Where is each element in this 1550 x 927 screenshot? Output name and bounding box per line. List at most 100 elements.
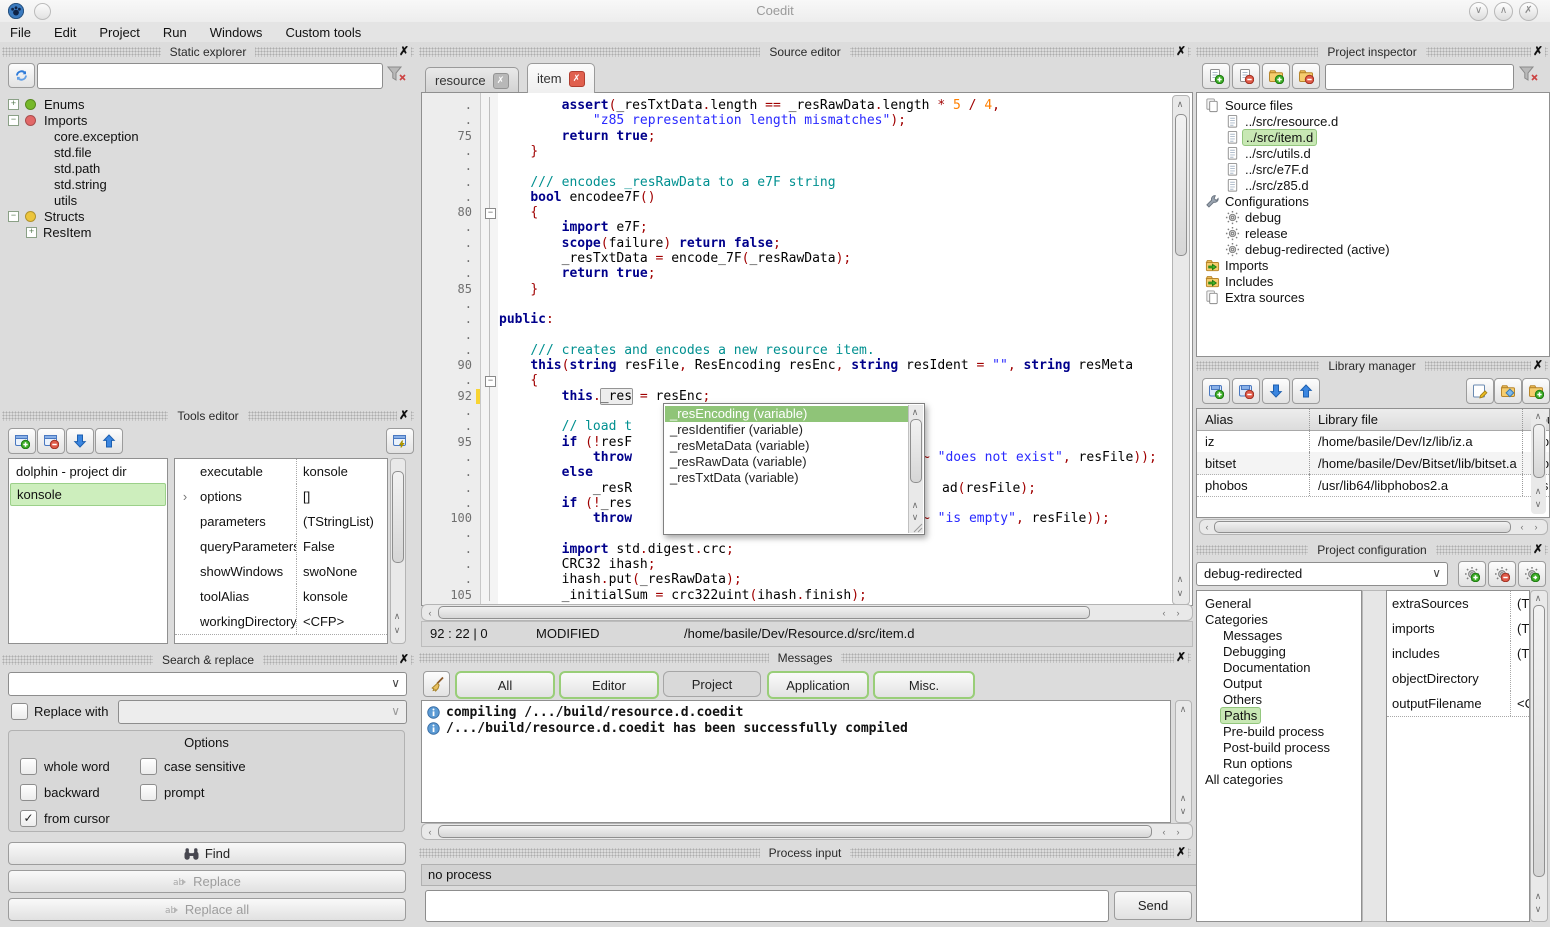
minimize-button[interactable]: ∨	[1469, 2, 1488, 21]
library-column-alias[interactable]: Alias	[1197, 409, 1310, 430]
code-line[interactable]: import e7F;	[499, 220, 648, 235]
menu-item-project[interactable]: Project	[99, 25, 139, 40]
library-hscrollbar[interactable]: ‹ ‹›	[1199, 519, 1548, 535]
completion-item-0[interactable]: _resEncoding (variable)	[665, 406, 908, 422]
tool-list-item-konsole[interactable]: konsole	[10, 483, 166, 506]
code-line[interactable]: return true;	[499, 266, 656, 281]
config-category-paths[interactable]: Paths	[1223, 707, 1258, 723]
property-row-outputFilename[interactable]: outputFilename<C	[1387, 691, 1529, 717]
inspector-item--src-utils-d[interactable]: ../src/utils.d	[1225, 145, 1311, 161]
menu-item-windows[interactable]: Windows	[210, 25, 263, 40]
messages-close-icon[interactable]: ✗	[1174, 650, 1188, 665]
code-line[interactable]: _resTxtData = encode_7F(_resRawData);	[499, 251, 851, 266]
tool-add-button[interactable]	[8, 428, 36, 454]
property-row-imports[interactable]: imports(TStringList)	[1387, 616, 1529, 642]
library-row-bitset[interactable]: bitset/home/basile/Dev/Bitset/lib/bitset…	[1197, 452, 1549, 475]
inspector-item-extra-sources[interactable]: Extra sources	[1205, 289, 1304, 305]
replace-with-checkbox[interactable]	[11, 703, 28, 720]
clear-messages-button[interactable]	[423, 671, 450, 697]
code-line[interactable]: else	[499, 465, 593, 480]
expander-minus-icon[interactable]: −	[8, 115, 19, 126]
expander-plus-icon[interactable]: +	[26, 227, 37, 238]
checkbox-case-sensitive[interactable]	[140, 758, 157, 775]
inspector-item--src-item-d[interactable]: ../src/item.d	[1225, 129, 1314, 145]
maximize-button[interactable]: ∧	[1494, 2, 1513, 21]
config-remove-button[interactable]	[1488, 561, 1516, 587]
inspector-item-debug-redirected-active-[interactable]: debug-redirected (active)	[1225, 241, 1390, 257]
messages-hscrollbar[interactable]: ‹ ‹›	[421, 823, 1193, 840]
project-configuration-close-icon[interactable]: ✗	[1531, 542, 1545, 557]
message-entry[interactable]: /.../build/resource.d.coedit has been su…	[427, 720, 908, 736]
code-line[interactable]: public:	[499, 312, 554, 327]
checkbox-from-cursor[interactable]: ✓	[20, 810, 37, 827]
add-source-button[interactable]	[1202, 63, 1230, 89]
filter-clear-icon[interactable]	[386, 65, 408, 87]
code-line[interactable]: ihash.put(_resRawData);	[499, 572, 742, 587]
code-line[interactable]: this(string resFile, ResEncoding resEnc,…	[499, 358, 1133, 373]
tree-item-resitem[interactable]: +ResItem	[26, 224, 91, 240]
editor-tab-resource[interactable]: resource✗	[425, 67, 519, 93]
library-row-phobos[interactable]: phobos/usr/lib64/libphobos2.a/us	[1197, 474, 1549, 497]
tree-item-std-file[interactable]: std.file	[54, 144, 92, 160]
config-add-button[interactable]	[1458, 561, 1486, 587]
config-category-pre-build-process[interactable]: Pre-build process	[1223, 723, 1324, 739]
inspector-item-release[interactable]: release	[1225, 225, 1288, 241]
code-line[interactable]: bool encodee7F()	[499, 190, 656, 205]
tree-item-std-path[interactable]: std.path	[54, 160, 100, 176]
inspector-item-configurations[interactable]: Configurations	[1205, 193, 1309, 209]
library-manager-close-icon[interactable]: ✗	[1531, 358, 1545, 373]
config-grid-scrollbar[interactable]: ∧ ∧∨	[1530, 590, 1548, 922]
config-category-others[interactable]: Others	[1223, 691, 1262, 707]
editor-vscrollbar[interactable]: ∧ ∧∨	[1172, 95, 1190, 605]
tool-list-item-dolphin-project-dir[interactable]: dolphin - project dir	[10, 461, 166, 482]
process-input-close-icon[interactable]: ✗	[1174, 845, 1188, 860]
library-edit-button[interactable]	[1466, 378, 1494, 404]
close-button[interactable]: ✗	[1519, 2, 1538, 21]
configuration-selector[interactable]: debug-redirected ∨	[1196, 562, 1448, 586]
editor-hscrollbar[interactable]: ‹ ‹›	[421, 604, 1193, 621]
config-category-general[interactable]: General	[1205, 595, 1251, 611]
code-line[interactable]: scope(failure) return false;	[499, 236, 781, 251]
tree-item-imports[interactable]: −Imports	[8, 112, 87, 128]
property-row-showWindows[interactable]: showWindowsswoNone	[175, 559, 387, 585]
tree-item-core-exception[interactable]: core.exception	[54, 128, 139, 144]
code-line[interactable]: }	[499, 144, 538, 159]
expander-minus-icon[interactable]: −	[8, 211, 19, 222]
tools-editor-close-icon[interactable]: ✗	[397, 408, 411, 423]
property-row-queryParameters[interactable]: queryParametersFalse	[175, 534, 387, 560]
library-from-project-button[interactable]	[1494, 378, 1522, 404]
tab-close-icon[interactable]: ✗	[493, 73, 509, 89]
property-row-options[interactable]: ›options[]	[175, 484, 387, 510]
add-folder-button[interactable]	[1262, 63, 1290, 89]
property-row-workingDirectory[interactable]: workingDirectory<CFP>	[175, 609, 387, 635]
config-category-all-categories[interactable]: All categories	[1205, 771, 1283, 787]
code-line[interactable]: /// encodes _resRawData to a e7F string	[499, 175, 836, 190]
library-row-iz[interactable]: iz/home/basile/Dev/Iz/lib/iz.a/ho	[1197, 430, 1549, 453]
property-row-includes[interactable]: includes(TStringList)	[1387, 641, 1529, 667]
tree-item-std-string[interactable]: std.string	[54, 176, 107, 192]
code-line[interactable]: }	[499, 282, 538, 297]
config-category-post-build-process[interactable]: Post-build process	[1223, 739, 1330, 755]
tree-item-utils[interactable]: utils	[54, 192, 77, 208]
checkbox-whole-word[interactable]	[20, 758, 37, 775]
messages-filter-editor[interactable]: Editor	[559, 671, 659, 699]
code-line[interactable]: this._res = resEnc;	[499, 389, 710, 404]
messages-filter-misc[interactable]: Misc.	[873, 671, 975, 699]
static-explorer-close-icon[interactable]: ✗	[397, 44, 411, 59]
editor-tab-item[interactable]: item✗	[527, 63, 595, 93]
config-category-messages[interactable]: Messages	[1223, 627, 1282, 643]
inspector-filter-input[interactable]	[1325, 64, 1514, 90]
property-row-objectDirectory[interactable]: objectDirectory	[1387, 666, 1529, 692]
config-category-categories[interactable]: Categories	[1205, 611, 1268, 627]
library-move-down-button[interactable]	[1262, 378, 1290, 404]
library-column-library-file[interactable]: Library file	[1310, 409, 1523, 430]
inspector-item-debug[interactable]: debug	[1225, 209, 1281, 225]
remove-source-button[interactable]	[1232, 63, 1260, 89]
tree-item-structs[interactable]: −Structs	[8, 208, 84, 224]
move-down-button[interactable]	[66, 428, 94, 454]
completion-item-1[interactable]: _resIdentifier (variable)	[665, 422, 908, 438]
filter-clear-icon[interactable]	[1518, 65, 1540, 87]
messages-vscrollbar[interactable]: ∧ ∧∨	[1175, 700, 1192, 823]
move-up-button[interactable]	[95, 428, 123, 454]
code-line[interactable]: import std.digest.crc;	[499, 542, 734, 557]
